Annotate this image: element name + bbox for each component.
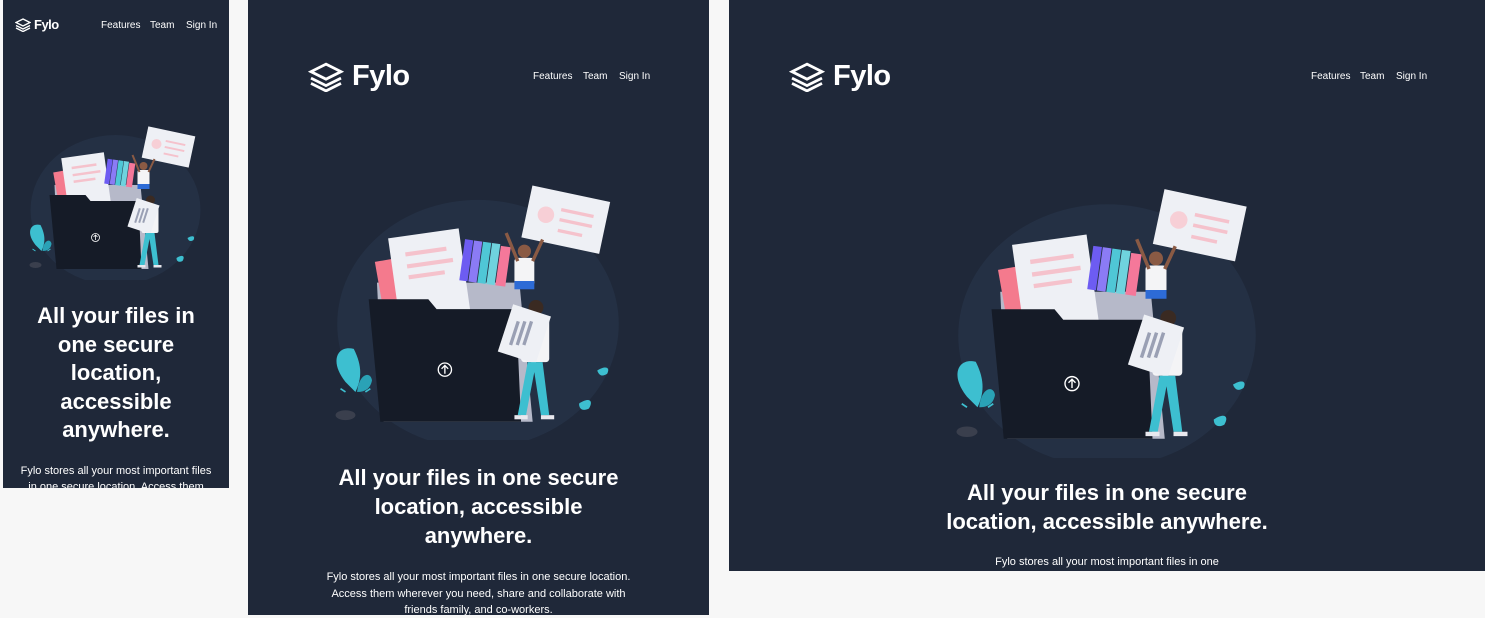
logo[interactable]: Fylo (15, 17, 59, 32)
headline-line: anywhere. (62, 417, 170, 443)
description-line: Fylo stores all your most important file… (20, 465, 212, 477)
headline-line: location, accessible anywhere. (946, 509, 1268, 534)
description-line: friends family, and co-workers. (404, 604, 553, 615)
brand-name: Fylo (34, 17, 59, 32)
nav-sign-in[interactable]: Sign In (186, 20, 217, 31)
brand-name: Fylo (833, 60, 891, 92)
logo[interactable]: Fylo (789, 60, 891, 93)
desktop-preview: Fylo Features Team Sign In All your file… (729, 0, 1485, 571)
nav-features[interactable]: Features (101, 20, 140, 31)
brand-name: Fylo (352, 60, 410, 92)
headline-line: location, accessible (374, 494, 583, 519)
description-line: Fylo stores all your most important file… (326, 571, 631, 583)
hero-illustration (917, 178, 1297, 458)
headline-line: location, (70, 360, 162, 386)
headline-line: All your files in one secure (967, 480, 1247, 505)
logo[interactable]: Fylo (308, 60, 410, 93)
tablet-preview: Fylo Features Team Sign In All your file… (248, 0, 709, 615)
headline-line: one secure (57, 331, 175, 357)
nav-sign-in[interactable]: Sign In (1396, 71, 1427, 82)
nav-team[interactable]: Team (1360, 71, 1384, 82)
stacked-layers-icon (15, 17, 31, 32)
nav-team[interactable]: Team (150, 20, 174, 31)
hero-headline: All your files in one secure location, a… (729, 478, 1485, 536)
headline-line: anywhere. (424, 523, 533, 548)
hero-headline: All your files in one secure location, a… (248, 463, 709, 550)
nav-features[interactable]: Features (533, 71, 572, 82)
hero-description: Fylo stores all your most important file… (729, 554, 1485, 570)
description-line: in one secure location. Access them (28, 481, 204, 488)
stacked-layers-icon (308, 62, 344, 92)
hero-description: Fylo stores all your most important file… (3, 463, 229, 488)
nav-features[interactable]: Features (1311, 71, 1350, 82)
hero-illustration (303, 175, 653, 440)
mobile-preview: Fylo Features Team Sign In All your file… (3, 0, 229, 488)
headline-line: All your files in (37, 303, 195, 328)
hero-illustration (13, 120, 218, 280)
description-line: Fylo stores all your most important file… (995, 556, 1219, 568)
headline-line: All your files in one secure (338, 465, 619, 490)
hero-headline: All your files in one secure location, a… (3, 302, 229, 445)
nav-sign-in[interactable]: Sign In (619, 71, 650, 82)
hero-description: Fylo stores all your most important file… (248, 569, 709, 615)
headline-line: accessible (60, 388, 172, 414)
description-line: Access them wherever you need, share and… (331, 587, 626, 600)
nav-team[interactable]: Team (583, 71, 607, 82)
stacked-layers-icon (789, 62, 825, 92)
